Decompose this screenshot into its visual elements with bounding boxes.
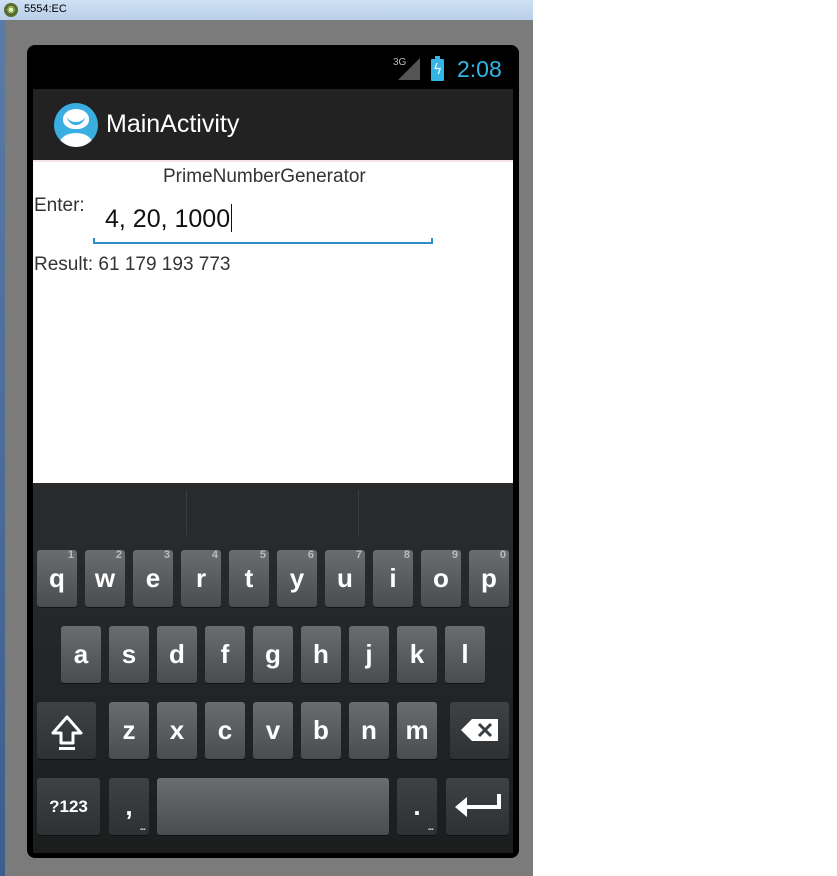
window-titlebar: ◉ 5554:EC bbox=[0, 0, 533, 21]
key-c[interactable]: c bbox=[205, 702, 245, 759]
key-d[interactable]: d bbox=[157, 626, 197, 683]
window-title: 5554:EC bbox=[24, 3, 67, 15]
activity-title: MainActivity bbox=[106, 110, 240, 138]
result-text: Result: 61 179 193 773 bbox=[34, 254, 231, 275]
key-a[interactable]: a bbox=[61, 626, 101, 683]
key-z[interactable]: z bbox=[109, 702, 149, 759]
key-m[interactable]: m bbox=[397, 702, 437, 759]
app-face-icon[interactable] bbox=[54, 103, 98, 147]
divider bbox=[33, 160, 513, 162]
comma-key[interactable]: ,... bbox=[109, 778, 149, 835]
key-q[interactable]: q1 bbox=[37, 549, 77, 607]
enter-key[interactable] bbox=[446, 778, 509, 835]
status-clock: 2:08 bbox=[457, 56, 502, 82]
shift-icon bbox=[51, 715, 82, 750]
input-text: 4, 20, 1000 bbox=[105, 204, 233, 233]
suggestion-strip[interactable] bbox=[33, 483, 513, 538]
key-s[interactable]: s bbox=[109, 626, 149, 683]
key-b[interactable]: b bbox=[301, 702, 341, 759]
key-n[interactable]: n bbox=[349, 702, 389, 759]
enter-icon bbox=[454, 794, 501, 817]
key-y[interactable]: y6 bbox=[277, 549, 317, 607]
backspace-icon bbox=[460, 719, 498, 741]
signal-icon bbox=[398, 58, 420, 80]
emulator-icon: ◉ bbox=[4, 3, 18, 17]
key-u[interactable]: u7 bbox=[325, 549, 365, 607]
backspace-key[interactable] bbox=[450, 702, 509, 759]
key-x[interactable]: x bbox=[157, 702, 197, 759]
key-j[interactable]: j bbox=[349, 626, 389, 683]
desktop-edge bbox=[0, 20, 5, 876]
key-i[interactable]: i8 bbox=[373, 549, 413, 607]
period-key[interactable]: .... bbox=[397, 778, 437, 835]
key-l[interactable]: l bbox=[445, 626, 485, 683]
suggestion-divider bbox=[186, 490, 187, 535]
suggestion-divider bbox=[358, 490, 359, 535]
action-bar bbox=[33, 89, 513, 160]
key-k[interactable]: k bbox=[397, 626, 437, 683]
enter-label: Enter: bbox=[34, 195, 85, 216]
key-r[interactable]: r4 bbox=[181, 549, 221, 607]
space-key[interactable] bbox=[157, 778, 389, 835]
key-v[interactable]: v bbox=[253, 702, 293, 759]
app-header: PrimeNumberGenerator bbox=[163, 166, 366, 187]
key-t[interactable]: t5 bbox=[229, 549, 269, 607]
key-f[interactable]: f bbox=[205, 626, 245, 683]
shift-key[interactable] bbox=[37, 702, 96, 759]
key-h[interactable]: h bbox=[301, 626, 341, 683]
symbols-key[interactable]: ?123 bbox=[37, 778, 100, 835]
key-g[interactable]: g bbox=[253, 626, 293, 683]
input-underline bbox=[93, 238, 433, 244]
charging-icon: ϟ bbox=[433, 62, 443, 78]
key-w[interactable]: w2 bbox=[85, 549, 125, 607]
number-input[interactable]: 4, 20, 1000 bbox=[93, 200, 433, 244]
key-p[interactable]: p0 bbox=[469, 549, 509, 607]
key-e[interactable]: e3 bbox=[133, 549, 173, 607]
key-o[interactable]: o9 bbox=[421, 549, 461, 607]
text-caret bbox=[231, 204, 233, 232]
